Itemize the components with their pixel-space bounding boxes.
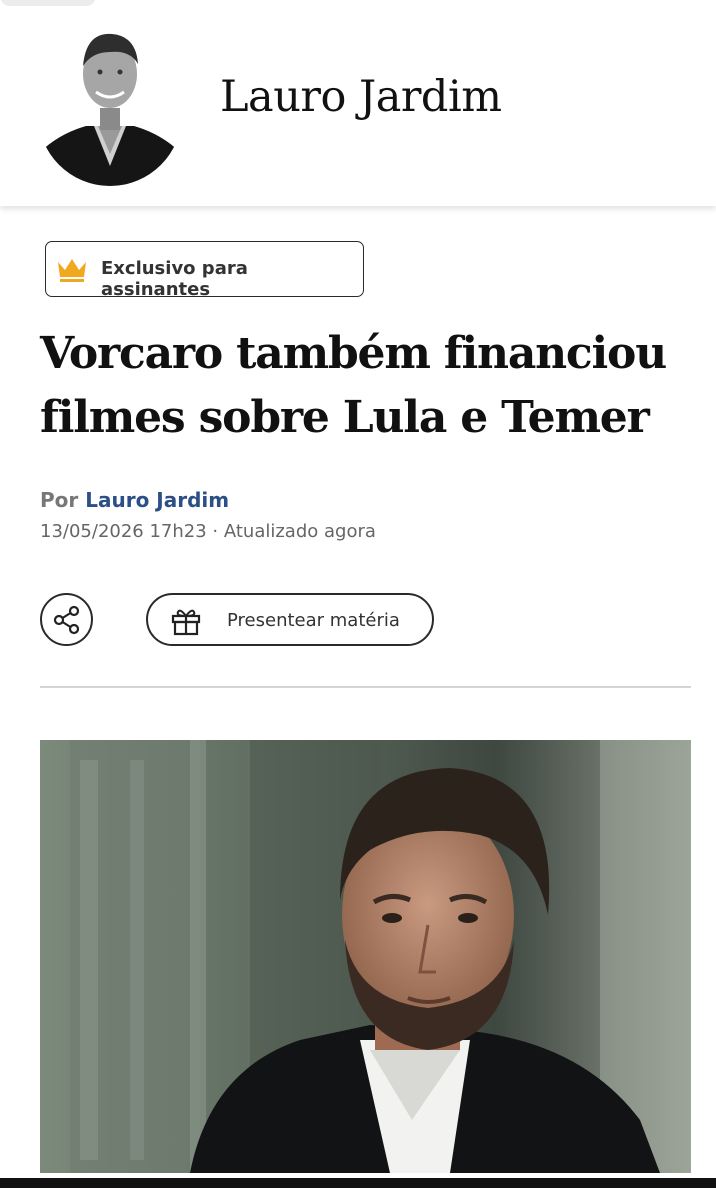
headline-line-2: filmes sobre Lula e Temer [40,392,650,443]
gift-icon [171,609,201,636]
gift-button-label: Presentear matéria [227,610,400,631]
gift-article-button[interactable]: Presentear matéria [146,593,434,646]
columnist-name[interactable]: Lauro Jardim [220,72,502,122]
share-icon [53,605,79,634]
author-link[interactable]: Lauro Jardim [85,488,229,512]
headline-line-1: Vorcaro também financiou [40,328,667,379]
dateline: 13/05/2026 17h23 · Atualizado agora [40,521,376,542]
article-headline: Vorcaro também financiou filmes sobre Lu… [40,322,690,450]
columnist-avatar[interactable] [38,26,182,186]
badge-label: Exclusivo para assinantes [101,258,248,300]
top-pill [0,0,96,6]
bottom-bar [0,1178,716,1188]
portrait-image [40,740,691,1173]
byline-prefix: Por [40,488,79,512]
byline: Por Lauro Jardim [40,488,229,512]
divider [40,686,691,688]
crown-icon [58,259,86,282]
article-photo[interactable] [40,740,691,1173]
subscriber-badge: Exclusivo para assinantes [45,241,364,300]
share-button[interactable] [40,593,93,646]
columnist-header: Lauro Jardim [0,0,716,206]
